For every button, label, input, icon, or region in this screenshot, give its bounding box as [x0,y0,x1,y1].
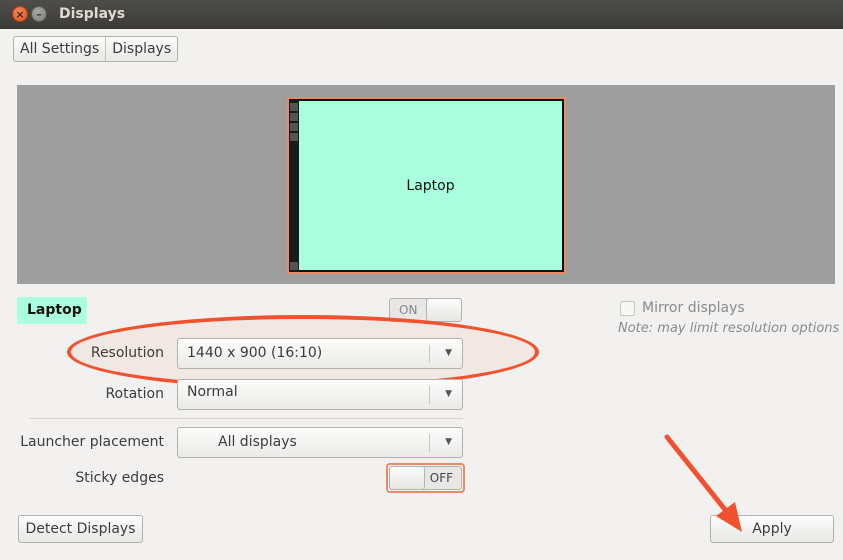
detect-displays-button[interactable]: Detect Displays [18,515,143,543]
window-title: Displays [59,6,126,22]
mirror-displays-label: Mirror displays [642,300,745,316]
section-divider [29,418,463,419]
breadcrumb-displays[interactable]: Displays [105,37,177,61]
sticky-edges-switch[interactable]: OFF [389,466,462,490]
launcher-placement-value: All displays [218,434,297,450]
close-icon[interactable]: × [12,6,28,22]
switch-state-text: ON [399,303,418,317]
rotation-label: Rotation [105,386,164,402]
switch-knob [426,298,462,322]
sticky-edges-label: Sticky edges [75,470,164,486]
monitor-preview[interactable]: Laptop [287,97,566,274]
rotation-dropdown[interactable]: Normal ▼ [177,379,463,410]
breadcrumb: All Settings Displays [13,36,179,62]
dropdown-separator [429,345,430,363]
mirror-displays-checkbox[interactable] [620,301,635,316]
launcher-placement-label: Launcher placement [20,434,164,450]
minimize-icon[interactable]: – [31,6,47,22]
chevron-down-icon: ▼ [445,437,452,447]
resolution-label: Resolution [90,345,164,361]
switch-knob [389,466,425,490]
display-arrangement-area: Laptop [17,85,835,284]
resolution-dropdown[interactable]: 1440 x 900 (16:10) ▼ [177,338,463,369]
switch-state-text: OFF [429,471,453,485]
launcher-strip [289,99,299,272]
chevron-down-icon: ▼ [445,389,452,399]
arrow-shaft [664,434,734,520]
dropdown-separator [429,434,430,452]
apply-button[interactable]: Apply [710,515,834,543]
rotation-value: Normal [187,384,238,400]
monitor-label: Laptop [406,177,455,194]
mirror-note: Note: may limit resolution options [618,321,840,336]
chevron-down-icon: ▼ [445,348,452,358]
monitor-screen: Laptop [299,101,562,270]
title-bar: × – Displays [0,0,843,29]
launcher-placement-dropdown[interactable]: All displays ▼ [177,427,463,458]
breadcrumb-all-settings[interactable]: All Settings [14,37,105,61]
display-name-label: Laptop [17,297,87,324]
dropdown-separator [429,386,430,404]
resolution-value: 1440 x 900 (16:10) [187,345,323,361]
